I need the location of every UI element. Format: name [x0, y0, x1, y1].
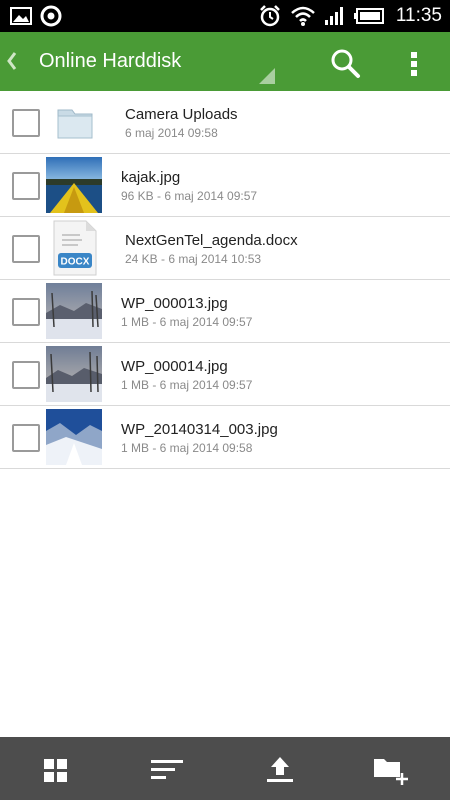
file-name: kajak.jpg	[121, 169, 181, 186]
image-thumbnail	[46, 409, 102, 465]
battery-icon	[353, 8, 384, 24]
folder-icon	[57, 109, 93, 139]
list-item[interactable]: WP_20140314_003.jpg 1 MB - 6 maj 2014 09…	[0, 406, 450, 469]
status-left	[10, 5, 62, 27]
item-checkbox[interactable]	[12, 361, 40, 389]
file-meta: 1 MB - 6 maj 2014 09:57	[121, 315, 253, 329]
file-meta: 1 MB - 6 maj 2014 09:58	[121, 441, 253, 455]
status-bar: 11:35	[0, 0, 450, 32]
item-checkbox[interactable]	[12, 298, 40, 326]
file-list: Camera Uploads 6 maj 2014 09:58 kajak.jp…	[0, 91, 450, 469]
sort-icon[interactable]	[150, 755, 184, 785]
file-name: WP_000014.jpg	[121, 358, 228, 375]
upload-icon[interactable]	[263, 755, 297, 785]
status-time: 11:35	[395, 5, 442, 26]
status-right: 11:35	[258, 4, 442, 28]
app-bar: Online Harddisk	[0, 32, 450, 91]
file-meta: 96 KB - 6 maj 2014 09:57	[121, 189, 258, 203]
grid-view-icon[interactable]	[39, 755, 73, 785]
file-meta: 6 maj 2014 09:58	[125, 126, 218, 140]
list-item[interactable]: DOCX NextGenTel_agenda.docx 24 KB - 6 ma…	[0, 217, 450, 280]
image-thumbnail	[46, 157, 102, 213]
wifi-icon	[291, 6, 315, 26]
file-name: WP_000013.jpg	[121, 295, 228, 312]
alarm-icon	[259, 5, 280, 27]
item-checkbox[interactable]	[12, 172, 40, 200]
item-checkbox[interactable]	[12, 235, 40, 263]
dropdown-triangle-icon[interactable]	[259, 68, 275, 84]
file-name: Camera Uploads	[125, 106, 238, 123]
bottom-toolbar	[0, 737, 450, 800]
file-meta: 24 KB - 6 maj 2014 10:53	[125, 252, 262, 266]
app-icon	[40, 5, 62, 27]
docx-badge: DOCX	[61, 257, 90, 268]
item-checkbox[interactable]	[12, 424, 40, 452]
list-item[interactable]: kajak.jpg 96 KB - 6 maj 2014 09:57	[0, 154, 450, 217]
gallery-icon	[10, 7, 32, 25]
search-icon[interactable]	[328, 46, 362, 80]
image-thumbnail	[46, 283, 102, 339]
item-checkbox[interactable]	[12, 109, 40, 137]
back-chevron-icon[interactable]	[4, 50, 18, 72]
signal-icon	[324, 7, 343, 25]
new-folder-icon[interactable]	[372, 755, 416, 785]
list-item[interactable]: Camera Uploads 6 maj 2014 09:58	[0, 91, 450, 154]
page-title[interactable]: Online Harddisk	[39, 50, 181, 73]
file-meta: 1 MB - 6 maj 2014 09:57	[121, 378, 253, 392]
list-item[interactable]: WP_000014.jpg 1 MB - 6 maj 2014 09:57	[0, 343, 450, 406]
overflow-menu-icon[interactable]	[404, 46, 424, 80]
list-item[interactable]: WP_000013.jpg 1 MB - 6 maj 2014 09:57	[0, 280, 450, 343]
file-name: NextGenTel_agenda.docx	[125, 232, 298, 249]
file-name: WP_20140314_003.jpg	[121, 421, 278, 438]
docx-file-icon: DOCX	[53, 220, 97, 276]
image-thumbnail	[46, 346, 102, 402]
